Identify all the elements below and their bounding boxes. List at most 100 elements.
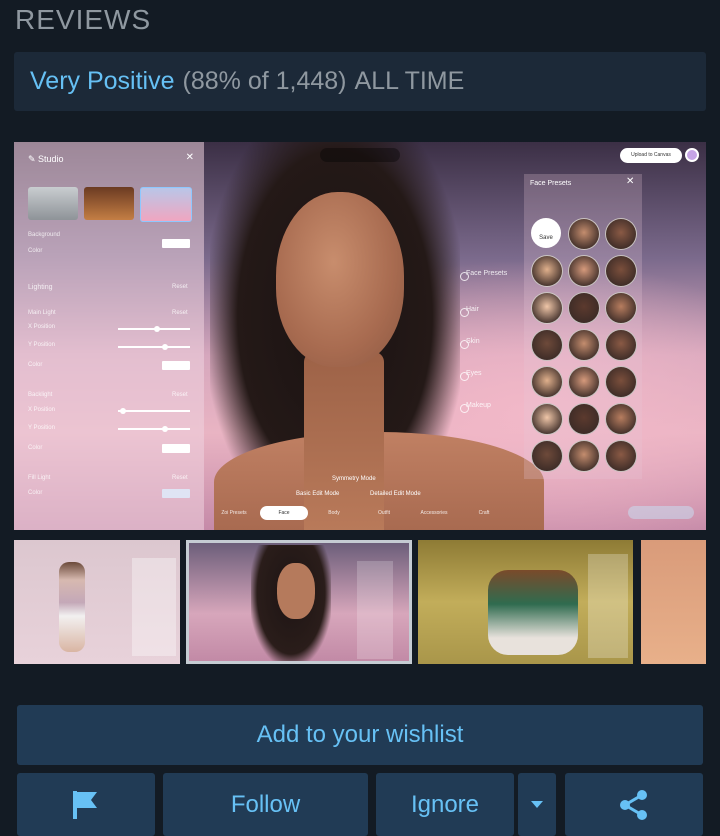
screenshot-thumbnail-selected[interactable] bbox=[186, 540, 412, 664]
y-position-label: Y Position bbox=[28, 342, 55, 348]
color-label: Color bbox=[28, 445, 43, 451]
thumbnail-face bbox=[277, 563, 315, 619]
color-label: Color bbox=[28, 248, 43, 254]
main-light-label: Main Light bbox=[28, 310, 56, 316]
ignore-button[interactable]: Ignore bbox=[376, 773, 514, 836]
side-menu-eyes: Eyes bbox=[466, 370, 482, 377]
basic-edit-mode-label: Basic Edit Mode bbox=[296, 491, 340, 497]
share-button[interactable] bbox=[565, 773, 703, 836]
x-position-label: X Position bbox=[28, 407, 56, 413]
preset-face-thumbnail bbox=[605, 440, 637, 472]
color-swatch bbox=[162, 489, 190, 498]
slider-knob bbox=[162, 426, 168, 432]
follow-button[interactable]: Follow bbox=[163, 773, 368, 836]
thumbnail-image bbox=[641, 540, 706, 664]
slider-track bbox=[118, 410, 190, 412]
preset-face-thumbnail bbox=[605, 255, 637, 287]
upload-button: Upload to Canvas bbox=[620, 148, 682, 163]
editor-tabs: Zoi Presets Face Body Outfit Accessories… bbox=[210, 506, 510, 520]
face-presets-title: Face Presets bbox=[530, 180, 572, 187]
tab-body: Body bbox=[328, 510, 340, 516]
preset-face-thumbnail bbox=[568, 329, 600, 361]
color-swatch bbox=[162, 361, 190, 370]
tab-craft: Craft bbox=[478, 510, 490, 516]
share-icon bbox=[620, 789, 647, 820]
thumbnail-figure bbox=[59, 562, 85, 652]
slider-track bbox=[118, 346, 190, 348]
side-menu-hair: Hair bbox=[466, 306, 479, 313]
character-neck bbox=[304, 352, 384, 530]
color-label: Color bbox=[28, 490, 43, 496]
screenshot-thumbnail[interactable] bbox=[14, 540, 180, 664]
preset-face-thumbnail bbox=[531, 292, 563, 324]
preset-face-thumbnail bbox=[568, 255, 600, 287]
preset-face-thumbnail bbox=[605, 292, 637, 324]
main-screenshot[interactable]: ✎ Studio ✕ Background Color Lighting Res… bbox=[14, 142, 706, 530]
review-summary[interactable]: Very Positive (88% of 1,448) ALL TIME bbox=[14, 52, 706, 111]
slider-knob bbox=[154, 326, 160, 332]
preset-face-thumbnail bbox=[605, 366, 637, 398]
close-icon: ✕ bbox=[185, 152, 194, 163]
tab-outfit: Outfit bbox=[378, 510, 390, 516]
review-count: (88% of 1,448) bbox=[182, 67, 347, 95]
preset-face-thumbnail bbox=[531, 440, 563, 472]
background-thumbnail bbox=[84, 187, 134, 220]
add-to-wishlist-button[interactable]: Add to your wishlist bbox=[17, 705, 703, 765]
screenshot-thumbnail[interactable] bbox=[418, 540, 633, 664]
thumbnail-panel bbox=[357, 561, 393, 659]
background-thumbnail bbox=[28, 187, 78, 220]
symmetry-mode-label: Symmetry Mode bbox=[332, 476, 376, 482]
slider-knob bbox=[120, 408, 126, 414]
preset-face-thumbnail bbox=[531, 329, 563, 361]
color-swatch bbox=[162, 444, 190, 453]
tab-accessories: Accessories bbox=[420, 510, 448, 516]
side-menu-skin: Skin bbox=[466, 338, 480, 345]
preset-face-thumbnail bbox=[605, 403, 637, 435]
backlight-label: Backlight bbox=[28, 392, 53, 398]
preset-face-thumbnail bbox=[568, 218, 600, 250]
fill-light-label: Fill Light bbox=[28, 475, 51, 481]
background-thumbnail bbox=[140, 187, 192, 222]
confirm-button bbox=[628, 506, 694, 519]
preset-face-thumbnail bbox=[605, 329, 637, 361]
tab-zoi-presets: Zoi Presets bbox=[221, 510, 247, 516]
tab-face: Face bbox=[260, 506, 308, 520]
chevron-down-icon bbox=[531, 800, 543, 808]
studio-panel: ✎ Studio ✕ Background Color Lighting Res… bbox=[14, 142, 204, 530]
preset-face-thumbnail bbox=[531, 255, 563, 287]
reset-label: Reset bbox=[172, 310, 188, 316]
y-position-label: Y Position bbox=[28, 425, 55, 431]
detailed-edit-mode-label: Detailed Edit Mode bbox=[370, 491, 421, 497]
preset-face-thumbnail bbox=[568, 440, 600, 472]
reset-label: Reset bbox=[172, 392, 188, 398]
review-rating[interactable]: Very Positive bbox=[30, 67, 175, 96]
review-period: ALL TIME bbox=[354, 67, 465, 95]
reset-label: Reset bbox=[172, 475, 188, 481]
reviews-title: REVIEWS bbox=[15, 4, 152, 35]
preset-face-thumbnail bbox=[531, 366, 563, 398]
report-button[interactable] bbox=[17, 773, 155, 836]
ignore-dropdown-button[interactable] bbox=[518, 773, 556, 836]
camera-toolbar bbox=[320, 148, 400, 162]
preset-face-thumbnail bbox=[531, 403, 563, 435]
preset-face-thumbnail bbox=[568, 403, 600, 435]
slider-knob bbox=[162, 344, 168, 350]
save-preset-button: Save bbox=[531, 218, 561, 248]
side-menu-makeup: Makeup bbox=[466, 402, 491, 409]
side-menu-face-presets: Face Presets bbox=[466, 270, 508, 277]
background-label: Background bbox=[28, 232, 61, 238]
lighting-label: Lighting bbox=[28, 284, 53, 291]
thumbnail-panel bbox=[132, 558, 176, 656]
thumbnail-panel bbox=[588, 554, 628, 658]
reset-label: Reset bbox=[172, 284, 188, 290]
character-face bbox=[276, 192, 404, 367]
close-icon: ✕ bbox=[626, 176, 635, 187]
screenshot-thumbnail[interactable] bbox=[641, 540, 706, 664]
preset-face-thumbnail bbox=[568, 292, 600, 324]
thumbnail-figure bbox=[488, 570, 578, 655]
studio-title: ✎ Studio bbox=[28, 154, 64, 164]
user-avatar bbox=[685, 148, 699, 162]
flag-icon bbox=[73, 790, 97, 819]
color-label: Color bbox=[28, 362, 43, 368]
color-swatch bbox=[162, 239, 190, 248]
